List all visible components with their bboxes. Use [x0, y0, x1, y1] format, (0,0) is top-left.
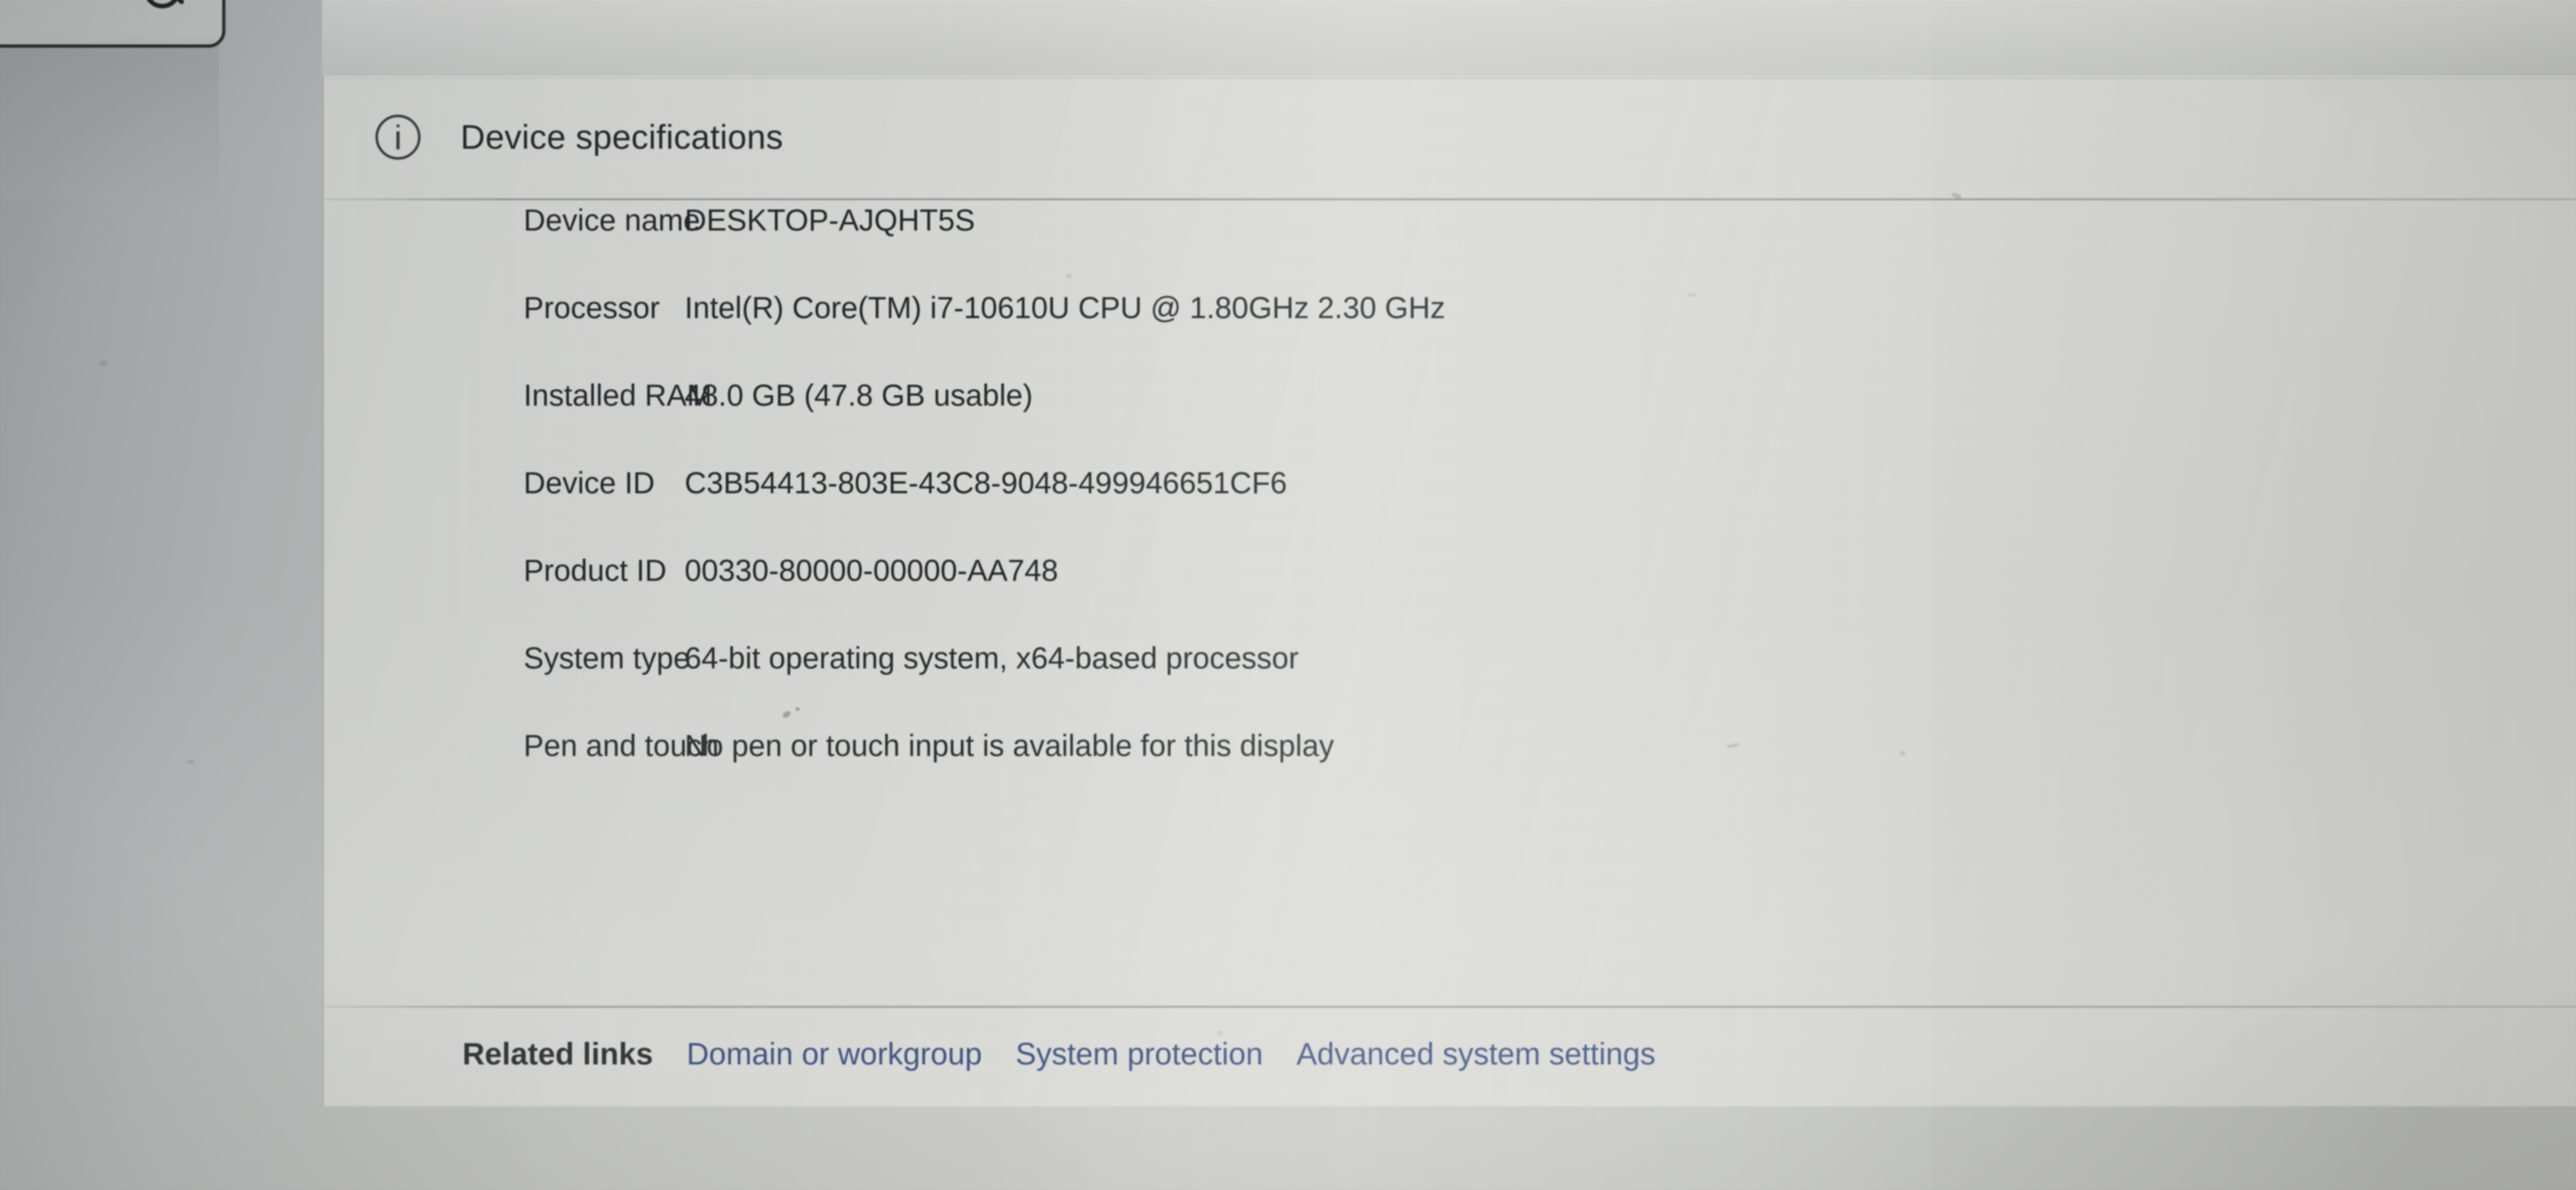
spec-row-system-type: System type 64-bit operating system, x64… [324, 640, 2576, 728]
spec-label: System type [524, 641, 690, 675]
footer-divider [324, 1006, 2576, 1008]
spec-label: Pen and touch [524, 728, 719, 762]
spec-row-device-name: Device name DESKTOP-AJQHT5S [324, 202, 2576, 290]
spec-row-product-id: Product ID 00330-80000-00000-AA748 [324, 552, 2576, 640]
link-advanced-system-settings[interactable]: Advanced system settings [1296, 1037, 1656, 1072]
spec-label: Product ID [524, 553, 667, 587]
card-header: Device specifications [324, 76, 2576, 198]
spec-value: DESKTOP-AJQHT5S [685, 203, 975, 237]
info-circle-icon [375, 115, 421, 160]
spec-label: Device name [524, 203, 701, 237]
spec-value: 48.0 GB (47.8 GB usable) [685, 378, 1033, 412]
page-title: Device specifications [460, 118, 784, 156]
screenshot-root: Device specifications Device name DESKTO… [0, 0, 2576, 1190]
spec-label: Processor [524, 290, 660, 325]
spec-value: 64-bit operating system, x64-based proce… [685, 641, 1299, 675]
window-top-strip [322, 0, 2576, 79]
spec-row-installed-ram: Installed RAM 48.0 GB (47.8 GB usable) [324, 377, 2576, 465]
spec-value: 00330-80000-00000-AA748 [685, 553, 1059, 587]
spec-list: Device name DESKTOP-AJQHT5S Processor In… [324, 202, 2576, 815]
spec-row-pen-and-touch: Pen and touch No pen or touch input is a… [324, 728, 2576, 815]
search-icon [144, 0, 181, 8]
related-links: Related links Domain or workgroup System… [324, 1037, 2576, 1072]
settings-nav-gutter [0, 39, 219, 200]
link-domain-or-workgroup[interactable]: Domain or workgroup [687, 1037, 982, 1072]
spec-value: Intel(R) Core(TM) i7-10610U CPU @ 1.80GH… [685, 290, 1446, 325]
link-system-protection[interactable]: System protection [1016, 1037, 1263, 1072]
search-input[interactable] [0, 0, 225, 48]
header-divider [324, 198, 2576, 200]
spec-value: No pen or touch input is available for t… [685, 728, 1334, 762]
device-specifications-card: Device specifications Device name DESKTO… [322, 76, 2576, 1106]
related-links-title: Related links [462, 1037, 654, 1072]
spec-row-device-id: Device ID C3B54413-803E-43C8-9048-499946… [324, 465, 2576, 552]
spec-label: Device ID [524, 466, 655, 500]
spec-value: C3B54413-803E-43C8-9048-499946651CF6 [685, 466, 1287, 500]
spec-label: Installed RAM [524, 378, 712, 412]
spec-row-processor: Processor Intel(R) Core(TM) i7-10610U CP… [324, 290, 2576, 377]
